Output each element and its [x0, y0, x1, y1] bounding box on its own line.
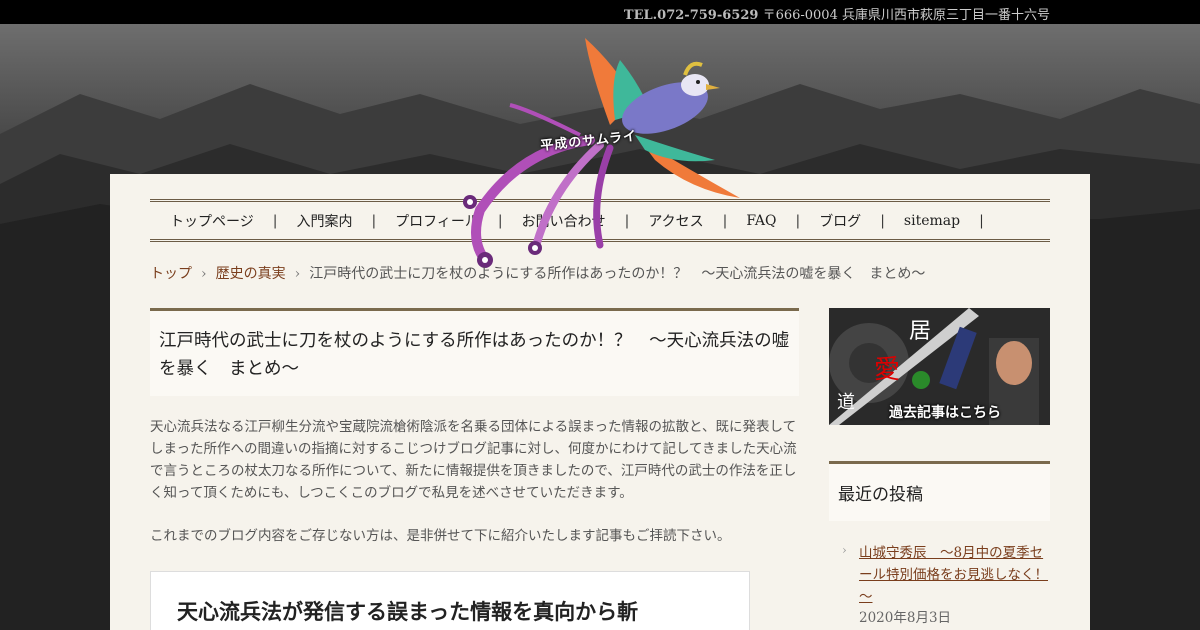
past-articles-banner[interactable]: 居 愛 道 過去記事はこちら: [829, 308, 1050, 425]
svg-text:道: 道: [837, 392, 855, 413]
article-paragraph-1: 天心流兵法なる江戸柳生分流や宝蔵院流槍術陰派を名乗る団体による誤まった情報の拡散…: [150, 419, 797, 501]
breadcrumb: トップ › 歴史の真実 › 江戸時代の武士に刀を杖のようにする所作はあったのか！？ ～天…: [150, 263, 925, 283]
linked-article-card[interactable]: 天心流兵法が発信する誤まった情報を真向から斬: [150, 571, 750, 630]
top-contact-bar: TEL.072-759-6529 〒666-0004 兵庫県川西市萩原三丁目一番…: [0, 0, 1200, 24]
breadcrumb-category[interactable]: 歴史の真実: [216, 266, 286, 282]
banner-caption: 過去記事はこちら: [889, 405, 1001, 421]
breadcrumb-separator: ›: [294, 266, 301, 282]
phoenix-logo[interactable]: [440, 30, 760, 280]
nav-item-sitemap[interactable]: sitemap |: [904, 213, 1003, 229]
recent-post-date: 2020年8月3日: [859, 610, 952, 626]
nav-item-top[interactable]: トップページ |: [170, 211, 296, 231]
chevron-right-icon: ›: [842, 543, 847, 557]
contact-info: TEL.072-759-6529 〒666-0004 兵庫県川西市萩原三丁目一番…: [624, 4, 1050, 23]
phone-number[interactable]: TEL.072-759-6529: [624, 8, 759, 23]
breadcrumb-separator: ›: [201, 266, 207, 282]
svg-text:居: 居: [909, 319, 931, 344]
breadcrumb-top[interactable]: トップ: [150, 266, 192, 282]
linked-article-title[interactable]: 天心流兵法が発信する誤まった情報を真向から斬: [177, 600, 638, 624]
recent-post-item: 山城守秀辰 ～8月中の夏季セール特別価格をお見逃しなく！～: [859, 542, 1049, 608]
breadcrumb-current: 江戸時代の武士に刀を杖のようにする所作はあったのか！？ ～天心流兵法の嘘を暴く …: [309, 266, 926, 282]
recent-post-link[interactable]: 山城守秀辰 ～8月中の夏季セール特別価格をお見逃しなく！～: [859, 545, 1048, 605]
svg-text:愛: 愛: [874, 355, 900, 385]
recent-posts-heading: 最近の投稿: [829, 461, 1050, 521]
article-paragraph-2: これまでのブログ内容をご存じない方は、是非併せて下に紹介いたします記事もご拝読下…: [150, 528, 731, 544]
nav-item-admission[interactable]: 入門案内 |: [296, 211, 395, 231]
article-title: 江戸時代の武士に刀を杖のようにする所作はあったのか！？ ～天心流兵法の嘘を暴く …: [150, 308, 799, 396]
nav-item-blog[interactable]: ブログ |: [819, 211, 904, 231]
address: 〒666-0004 兵庫県川西市萩原三丁目一番十六号: [762, 8, 1050, 23]
